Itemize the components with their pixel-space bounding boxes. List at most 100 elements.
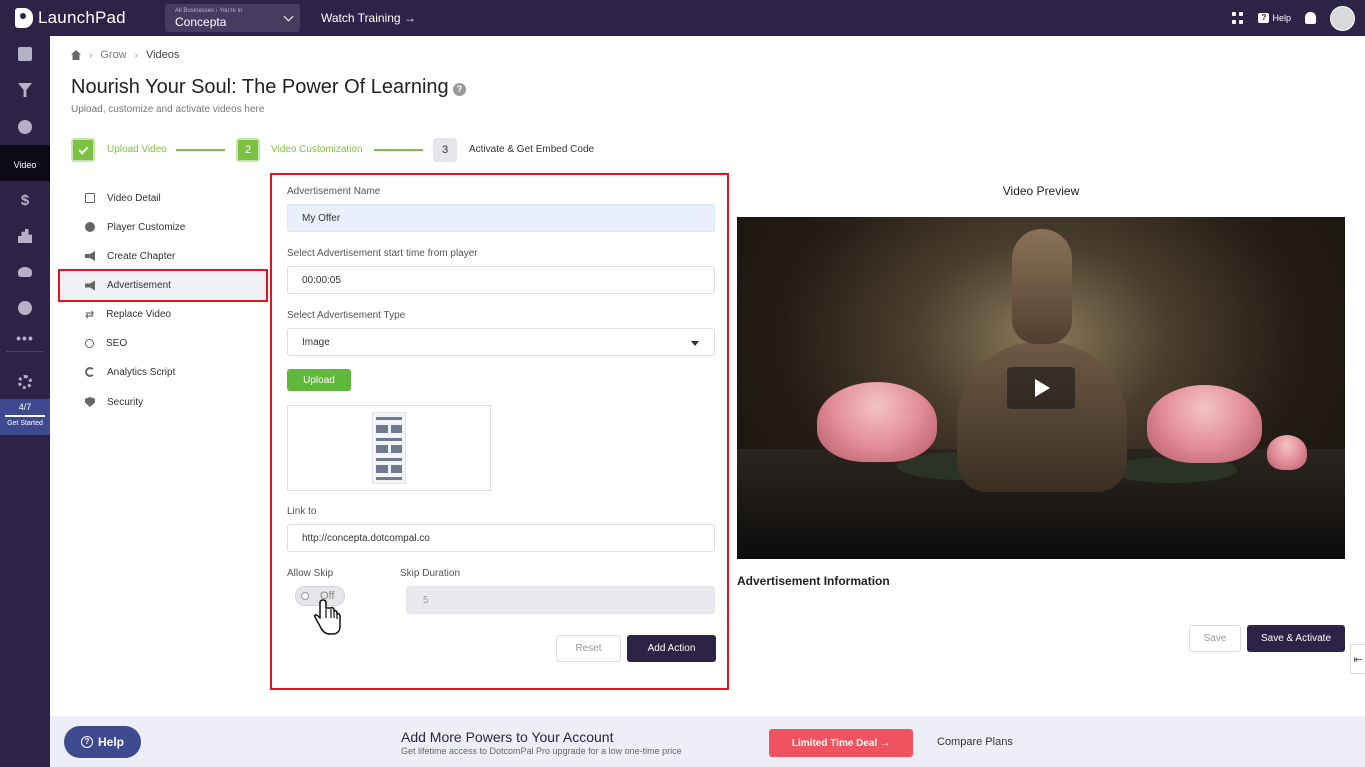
get-started-progress[interactable]: 4/7 Get Started [0, 399, 50, 435]
sidebar-item-sites[interactable] [0, 109, 50, 145]
help-circle-icon: ? [80, 736, 93, 748]
sidebar-item-settings[interactable] [0, 364, 50, 400]
menu-item-security[interactable]: Security [58, 387, 268, 417]
left-sidebar: Video $ ••• 4/7 Get Started [0, 36, 752, 767]
swap-icon: ⇄ [85, 308, 95, 321]
caret-down-icon [691, 341, 699, 346]
logo-text: LaunchPad [38, 8, 126, 27]
breadcrumb-separator: › [134, 49, 138, 61]
menu-item-player-customize[interactable]: Player Customize [58, 212, 268, 242]
step-2-box[interactable]: 2 [236, 138, 260, 162]
menu-item-create-chapter[interactable]: Create Chapter [58, 241, 268, 271]
step-connector [374, 149, 423, 151]
page-title: Nourish Your Soul: The Power Of Learning [71, 76, 449, 98]
video-scene-buddha-body [957, 342, 1127, 492]
dollar-icon: $ [20, 191, 30, 209]
avatar[interactable] [1330, 5, 1355, 31]
video-scene-lotus [1147, 385, 1262, 463]
ad-name-input[interactable]: My Offer [287, 204, 715, 232]
menu-item-label: SEO [106, 337, 128, 349]
menu-item-video-detail[interactable]: Video Detail [58, 183, 268, 213]
apps-grid-icon[interactable] [1232, 12, 1244, 24]
sidebar-item-dashboard[interactable] [0, 36, 50, 72]
more-dots-icon: ••• [16, 330, 34, 346]
home-icon[interactable] [71, 50, 81, 60]
step-3-label[interactable]: Activate & Get Embed Code [469, 144, 594, 155]
sidebar-item-video[interactable]: Video [0, 145, 752, 372]
help-icon: ? [1258, 13, 1270, 23]
start-time-input[interactable]: 00:00:05 [287, 266, 715, 294]
menu-item-label: Advertisement [107, 280, 171, 291]
menu-item-label: Replace Video [106, 308, 172, 320]
menu-item-seo[interactable]: SEO [58, 328, 268, 358]
menu-item-replace-video[interactable]: ⇄ Replace Video [58, 299, 268, 329]
funnel-icon [18, 83, 32, 97]
palette-icon [85, 222, 95, 232]
limited-time-deal-button[interactable]: Limited Time Deal → [769, 729, 913, 757]
business-selector[interactable]: All Businesses › You're In Concepta [165, 4, 300, 32]
step-1-box[interactable] [71, 138, 95, 162]
allow-skip-label: Allow Skip [287, 568, 334, 579]
toggle-knob [301, 592, 309, 600]
advertisement-info-title: Advertisement Information [737, 574, 890, 588]
shield-icon [85, 397, 95, 407]
step-2-label[interactable]: Video Customization [271, 144, 363, 155]
breadcrumb-separator: › [89, 49, 93, 61]
collapse-panel-icon[interactable]: ⇤ [1350, 644, 1365, 674]
help-link[interactable]: ? Help [1258, 13, 1291, 23]
menu-item-advertisement[interactable]: Advertisement [58, 269, 268, 302]
menu-item-label: Video Detail [107, 192, 161, 204]
question-icon[interactable]: ? [453, 83, 466, 96]
ad-type-select[interactable]: Image [287, 328, 715, 356]
globe-icon [18, 120, 32, 134]
save-activate-button[interactable]: Save & Activate [1247, 625, 1345, 652]
compare-plans-link[interactable]: Compare Plans [937, 736, 1013, 748]
save-button[interactable]: Save [1189, 625, 1241, 652]
menu-item-label: Analytics Script [107, 366, 176, 378]
banner-title: Add More Powers to Your Account [401, 729, 614, 745]
sidebar-item-funnels[interactable] [0, 72, 50, 108]
business-crumb: All Businesses › You're In [175, 8, 243, 14]
app-logo[interactable]: LaunchPad [0, 8, 165, 28]
ad-image-thumbnail [372, 412, 406, 484]
business-name: Concepta [175, 15, 227, 29]
upload-button[interactable]: Upload [287, 369, 351, 391]
video-preview-title: Video Preview [1002, 184, 1080, 198]
ad-type-value: Image [302, 336, 330, 348]
video-scene-buddha-head [1012, 229, 1072, 344]
bell-icon[interactable] [1305, 12, 1316, 24]
help-button[interactable]: ? Help [64, 726, 141, 758]
help-button-label: Help [97, 735, 124, 749]
banner-subtitle: Get lifetime access to DotcomPal Pro upg… [401, 746, 682, 756]
video-player[interactable] [737, 217, 1345, 559]
help-link-label: Help [1272, 13, 1291, 23]
step-1-label[interactable]: Upload Video [107, 144, 167, 155]
link-to-input[interactable]: http://concepta.dotcompal.co [287, 524, 715, 552]
page-subtitle: Upload, customize and activate videos he… [71, 104, 265, 115]
breadcrumb: › Grow › Videos [71, 49, 179, 61]
menu-item-analytics-script[interactable]: Analytics Script [58, 357, 268, 387]
skip-duration-input[interactable]: 5 [406, 586, 715, 614]
watch-training-link[interactable]: Watch Training → [321, 11, 416, 25]
gear-icon [18, 375, 32, 389]
play-button[interactable] [1007, 367, 1075, 409]
ad-type-label: Select Advertisement Type [287, 310, 406, 321]
sidebar-item-contacts[interactable] [0, 254, 50, 290]
sidebar-divider [6, 351, 44, 352]
search-icon [85, 338, 94, 348]
sidebar-item-sales[interactable]: $ [0, 182, 50, 218]
dashboard-icon [18, 47, 32, 61]
step-3-box[interactable]: 3 [433, 138, 457, 162]
breadcrumb-grow[interactable]: Grow [100, 49, 126, 61]
ad-image-preview [287, 405, 491, 491]
users-icon [18, 267, 32, 277]
video-scene-lotus [817, 382, 937, 462]
add-action-button[interactable]: Add Action [627, 635, 716, 662]
menu-item-label: Create Chapter [107, 250, 176, 262]
gauge-icon [18, 301, 32, 315]
launchpad-logo-icon [15, 8, 33, 28]
link-to-label: Link to [287, 506, 317, 517]
edit-icon [85, 193, 95, 203]
sidebar-item-analytics[interactable] [0, 218, 50, 254]
reset-button[interactable]: Reset [556, 635, 621, 662]
